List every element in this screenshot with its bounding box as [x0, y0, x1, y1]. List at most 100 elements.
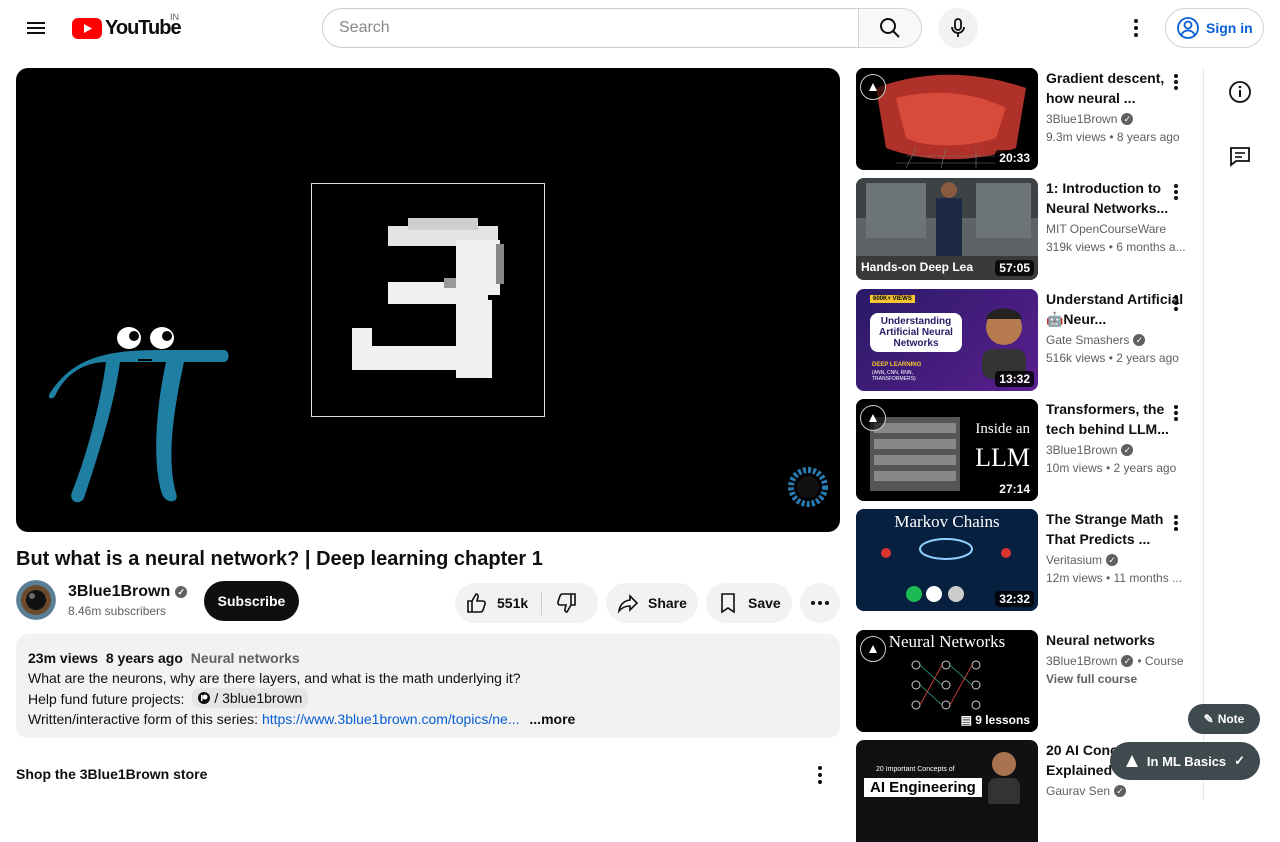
subscribe-button[interactable]: Subscribe [204, 581, 299, 621]
video-player[interactable] [16, 68, 840, 532]
search-icon [880, 18, 900, 38]
youtube-logo[interactable]: YouTube [72, 17, 182, 39]
recommendation-kebab-icon[interactable] [1166, 293, 1186, 313]
presenter-image [988, 752, 1020, 804]
thumbnail-caption: Hands-on Deep Lea [861, 260, 974, 274]
like-button[interactable]: 551k [455, 591, 541, 615]
show-more-link[interactable]: ...more [529, 711, 575, 727]
recommendation-title[interactable]: The Strange Math That Predicts ... [1046, 509, 1186, 549]
recommendation-title[interactable]: Neural networks [1046, 630, 1186, 650]
share-label: Share [648, 595, 687, 611]
topic-tag[interactable]: Neural networks [191, 650, 300, 666]
patreon-chip[interactable]: / 3blue1brown [192, 688, 309, 708]
recommendation-kebab-icon[interactable] [1166, 182, 1186, 202]
account-icon [1177, 17, 1199, 39]
recommendation-meta: 9.3m views • 8 years ago [1046, 130, 1180, 144]
comments-icon[interactable] [1224, 140, 1256, 172]
recommendation-info: Transformers, the tech behind LLM... 3Bl… [1046, 399, 1186, 477]
note-button[interactable]: ✎ Note [1188, 704, 1260, 734]
thumbnail[interactable]: 20 Important Concepts of AI Engineering [856, 740, 1038, 842]
channel-name-link[interactable]: 3Blue1Brown ✓ [68, 583, 188, 601]
fund-line: Help fund future projects: / 3blue1brown [28, 688, 828, 709]
recommendation-channel: Gaurav Sen ✓ [1046, 782, 1186, 800]
digit-frame [311, 183, 545, 417]
recommendation-item[interactable]: Neural Networks ▤ 9 lessons Neural netwo… [856, 630, 1186, 732]
search-button[interactable] [858, 8, 922, 48]
sign-in-button[interactable]: Sign in [1165, 8, 1264, 48]
recommendation-channel: 3Blue1Brown ✓ [1046, 441, 1186, 459]
search-placeholder: Search [339, 19, 390, 36]
lessons-count: 9 lessons [975, 713, 1030, 727]
masthead: YouTube IN Search Sign in [0, 0, 1280, 56]
recommendation-kebab-icon[interactable] [1166, 72, 1186, 92]
search-input[interactable]: Search [322, 8, 859, 48]
recommendation-meta: 516k views • 2 years ago [1046, 351, 1179, 365]
checkmark-icon: ✓ [1234, 753, 1246, 768]
channel-label: Gaurav Sen [1046, 784, 1111, 798]
thumbnail-caption: Understanding Artificial Neural Networks [870, 313, 962, 352]
recommendation-title[interactable]: Transformers, the tech behind LLM... [1046, 399, 1186, 439]
series-line: Written/interactive form of this series:… [28, 709, 828, 729]
store-heading: Shop the 3Blue1Brown store [16, 766, 208, 782]
more-actions-button[interactable] [800, 583, 840, 623]
rail-divider [1203, 68, 1204, 800]
duration-badge: 32:32 [995, 591, 1034, 607]
recommendation-item[interactable]: 20:33 Gradient descent, how neural ... 3… [856, 68, 1186, 170]
recommendation-title[interactable]: 1: Introduction to Neural Networks... [1046, 178, 1186, 218]
recommendation-kebab-icon[interactable] [1166, 513, 1186, 533]
save-button[interactable]: Save [706, 583, 792, 623]
pi-creature [48, 350, 229, 503]
description-box[interactable]: 23m views 8 years ago Neural networks Wh… [16, 634, 840, 738]
description-line: What are the neurons, why are there laye… [28, 670, 521, 686]
fund-handle: / 3blue1brown [214, 690, 303, 706]
menu-icon[interactable] [20, 12, 52, 44]
recommendation-item[interactable]: Markov Chains 32:32 The Strange Math Tha… [856, 509, 1186, 611]
verified-icon: ✓ [1133, 334, 1146, 346]
recommendation-title[interactable]: Gradient descent, how neural ... [1046, 68, 1186, 108]
region-code: IN [170, 12, 179, 22]
recommendation-item[interactable]: 600K+ VIEWS Understanding Artificial Neu… [856, 289, 1186, 391]
thumbnail-caption: 20 Important Concepts of [876, 766, 955, 773]
recommendation-info: 1: Introduction to Neural Networks... MI… [1046, 178, 1186, 256]
channel-logo-icon [860, 74, 886, 100]
verified-icon: ✓ [1121, 444, 1134, 456]
thumbnail-caption: Markov Chains [894, 512, 1000, 531]
recommendation-info: Understand Artificial 🤖Neur... Gate Smas… [1046, 289, 1186, 367]
thumbnail[interactable]: Markov Chains 32:32 [856, 509, 1038, 611]
recommendation-info: Neural networks 3Blue1Brown ✓ • Course Vie… [1046, 630, 1186, 688]
channel-label: MIT OpenCourseWare [1046, 222, 1167, 236]
like-dislike-group: 551k [455, 583, 598, 623]
channel-label: Veritasium [1046, 553, 1103, 567]
recommendation-info: The Strange Math That Predicts ... Verit… [1046, 509, 1186, 587]
recommendation-meta: 12m views • 11 months ... [1046, 571, 1183, 585]
microphone-icon [951, 18, 965, 37]
thumbnail[interactable]: 600K+ VIEWS Understanding Artificial Neu… [856, 289, 1038, 391]
info-icon[interactable] [1224, 76, 1256, 108]
thumbnail[interactable]: Inside an LLM 27:14 [856, 399, 1038, 501]
recommendation-info: Gradient descent, how neural ... 3Blue1B… [1046, 68, 1186, 146]
view-full-course-link[interactable]: View full course [1046, 670, 1186, 688]
recommendation-channel: 3Blue1Brown ✓ [1046, 110, 1186, 128]
dislike-button[interactable] [542, 591, 578, 615]
thumbnail[interactable]: 20:33 [856, 68, 1038, 170]
recommendation-item[interactable]: Inside an LLM 27:14 Transformers, the te… [856, 399, 1186, 501]
settings-kebab-icon[interactable] [1124, 16, 1148, 40]
recommendation-title[interactable]: Understand Artificial 🤖Neur... [1046, 289, 1186, 329]
verified-icon: ✓ [1121, 113, 1134, 125]
sign-in-label: Sign in [1206, 20, 1253, 36]
thumbnail[interactable]: Hands-on Deep Lea 57:05 [856, 178, 1038, 280]
note-label: Note [1217, 712, 1245, 726]
in-ml-basics-button[interactable]: In ML Basics ✓ [1110, 742, 1260, 780]
share-button[interactable]: Share [606, 583, 698, 623]
save-label: Save [748, 595, 781, 611]
in-ml-basics-label: In ML Basics [1146, 753, 1227, 769]
store-kebab-icon[interactable] [808, 763, 832, 787]
thumbnail[interactable]: Neural Networks ▤ 9 lessons [856, 630, 1038, 732]
voice-search-button[interactable] [938, 8, 978, 48]
channel-avatar[interactable] [16, 580, 56, 620]
series-link[interactable]: https://www.3blue1brown.com/topics/ne... [262, 711, 520, 727]
view-count: 23m views [28, 650, 99, 666]
thumbnail-subtitle-2: (ANN, CNN, RNN, TRANSFORMERS) [872, 370, 916, 382]
recommendation-item[interactable]: Hands-on Deep Lea 57:05 1: Introduction … [856, 178, 1186, 280]
recommendation-kebab-icon[interactable] [1166, 403, 1186, 423]
